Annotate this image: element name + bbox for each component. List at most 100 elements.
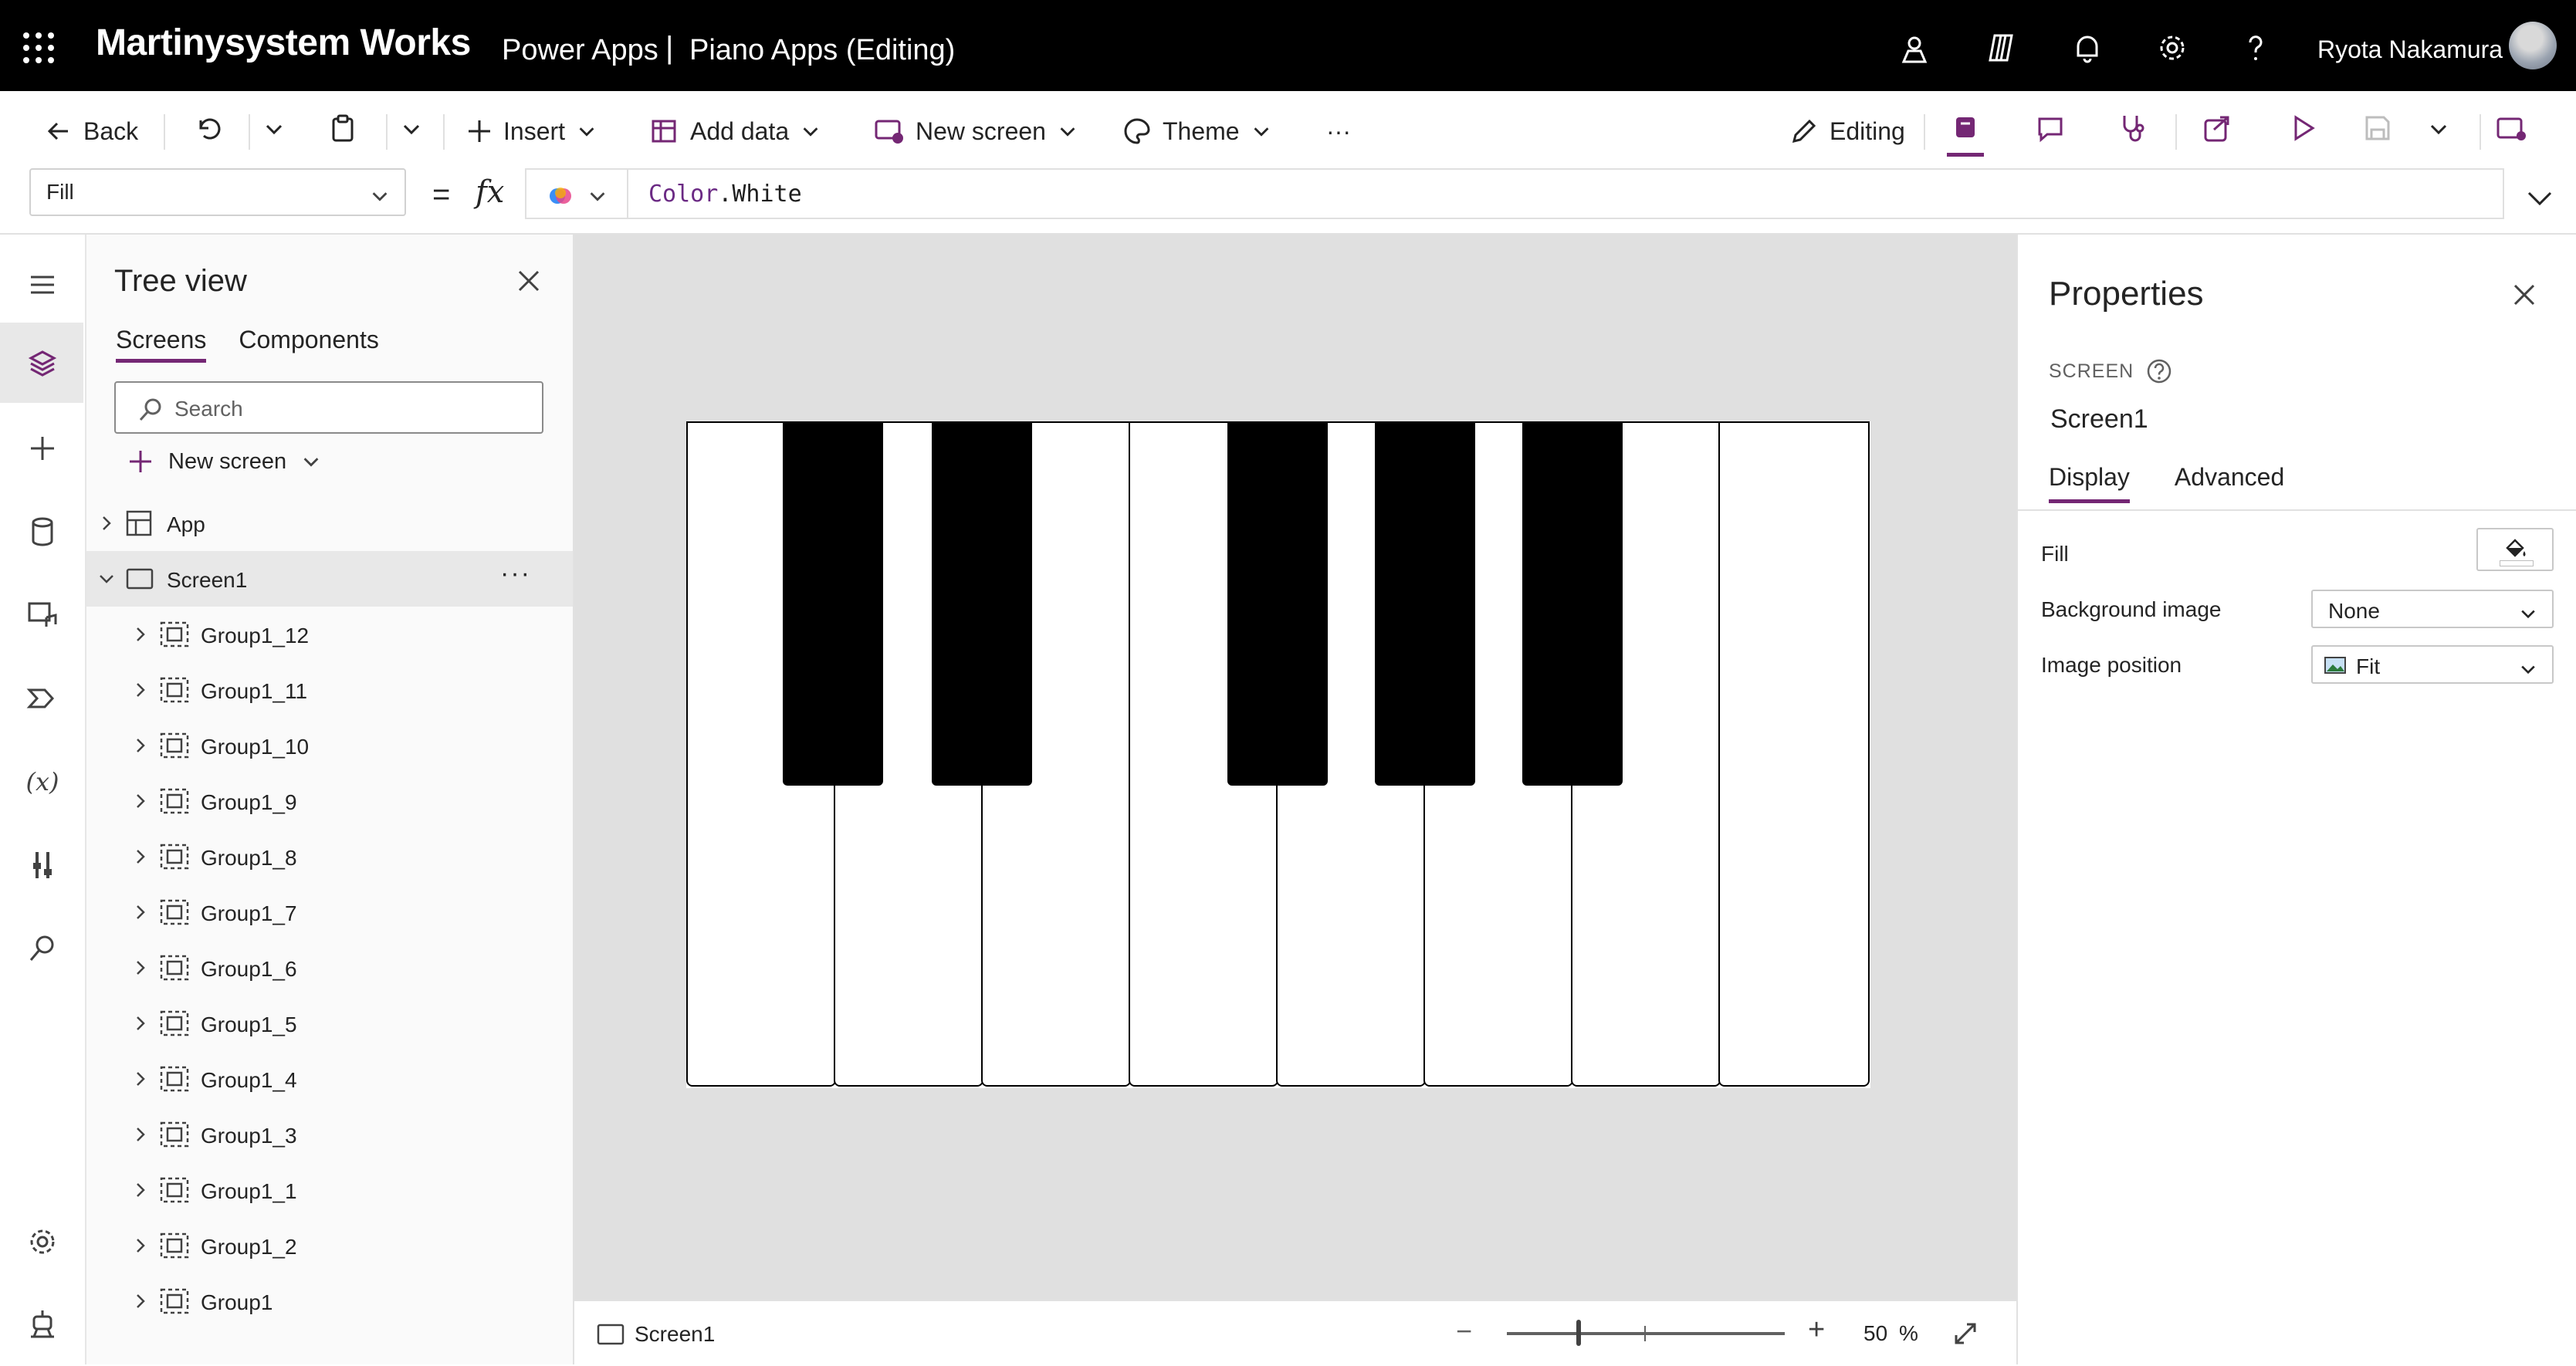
piano-black-key[interactable] bbox=[932, 421, 1032, 786]
chevron-right-icon[interactable] bbox=[97, 514, 116, 533]
tree-item-group[interactable]: Group1_11 bbox=[86, 662, 573, 718]
piano-black-key[interactable] bbox=[783, 421, 883, 786]
fit-to-window-icon[interactable] bbox=[1951, 1320, 1979, 1347]
chevron-right-icon[interactable] bbox=[131, 1014, 150, 1033]
variables-icon[interactable]: (x) bbox=[23, 762, 62, 801]
hamburger-menu-icon[interactable] bbox=[23, 265, 62, 304]
chevron-down-icon[interactable] bbox=[2427, 117, 2450, 140]
screen-selector[interactable]: Screen1 bbox=[596, 1321, 715, 1347]
background-image-dropdown[interactable]: None bbox=[2311, 590, 2554, 628]
tab-screens[interactable]: Screens bbox=[116, 326, 207, 363]
tree-item-group[interactable]: Group1_5 bbox=[86, 996, 573, 1051]
chevron-down-icon[interactable] bbox=[2524, 182, 2555, 213]
copilot-icon[interactable] bbox=[1984, 31, 2018, 65]
selected-screen-name[interactable]: Screen1 bbox=[2050, 404, 2148, 434]
chevron-right-icon[interactable] bbox=[131, 792, 150, 810]
tab-components[interactable]: Components bbox=[239, 326, 378, 363]
tree-item-group[interactable]: Group1_4 bbox=[86, 1051, 573, 1107]
chevron-right-icon[interactable] bbox=[131, 1125, 150, 1144]
tree-view-rail-button[interactable] bbox=[0, 323, 83, 403]
play-icon[interactable] bbox=[2288, 113, 2319, 144]
chevron-right-icon[interactable] bbox=[131, 1181, 150, 1199]
tree-item-group[interactable]: Group1_1 bbox=[86, 1162, 573, 1218]
comments-icon[interactable] bbox=[2035, 113, 2066, 144]
tab-display[interactable]: Display bbox=[2049, 463, 2130, 503]
search-input[interactable]: Search bbox=[114, 381, 543, 434]
user-name[interactable]: Ryota Nakamura bbox=[2317, 36, 2503, 64]
new-screen-button[interactable]: New screen bbox=[127, 448, 322, 475]
help-icon[interactable] bbox=[2239, 31, 2273, 65]
fill-color-picker[interactable] bbox=[2476, 528, 2554, 571]
undo-icon[interactable] bbox=[193, 113, 224, 144]
more-commands-button[interactable]: ··· bbox=[1326, 114, 1351, 148]
chevron-right-icon[interactable] bbox=[131, 681, 150, 699]
help-icon[interactable] bbox=[2146, 358, 2172, 384]
virtual-agent-icon[interactable] bbox=[23, 1306, 62, 1344]
chevron-right-icon[interactable] bbox=[131, 625, 150, 644]
piano-white-key[interactable] bbox=[1718, 421, 1870, 1087]
zoom-slider-handle[interactable] bbox=[1576, 1320, 1581, 1346]
chevron-down-icon[interactable] bbox=[97, 570, 116, 588]
tree-item-group[interactable]: Group1_2 bbox=[86, 1218, 573, 1273]
tree-item-group[interactable]: Group1_7 bbox=[86, 884, 573, 940]
tab-advanced[interactable]: Advanced bbox=[2175, 463, 2284, 503]
close-icon[interactable] bbox=[2510, 281, 2538, 309]
tree-item-group[interactable]: Group1_12 bbox=[86, 607, 573, 662]
chevron-right-icon[interactable] bbox=[131, 847, 150, 866]
theme-button[interactable]: Theme bbox=[1122, 114, 1272, 148]
paste-icon[interactable] bbox=[327, 113, 358, 144]
avatar[interactable] bbox=[2509, 22, 2557, 69]
app-checker-icon[interactable] bbox=[2117, 113, 2148, 144]
zoom-value[interactable]: 50 bbox=[1863, 1321, 1887, 1346]
tree-item-group[interactable]: Group1_10 bbox=[86, 718, 573, 773]
formula-input[interactable]: Color.White bbox=[628, 168, 2504, 219]
piano-black-key[interactable] bbox=[1227, 421, 1328, 786]
share-icon[interactable] bbox=[2202, 113, 2232, 144]
zoom-slider-track[interactable] bbox=[1507, 1332, 1785, 1335]
chevron-right-icon[interactable] bbox=[131, 903, 150, 921]
chevron-right-icon[interactable] bbox=[131, 1236, 150, 1255]
settings-icon[interactable] bbox=[23, 1222, 62, 1261]
image-position-dropdown[interactable]: Fit bbox=[2311, 645, 2554, 684]
chevron-down-icon[interactable] bbox=[400, 117, 423, 140]
publish-icon[interactable] bbox=[2495, 113, 2527, 144]
add-data-button[interactable]: Add data bbox=[650, 114, 821, 148]
chevron-right-icon[interactable] bbox=[131, 736, 150, 755]
tree-item-group[interactable]: Group1_6 bbox=[86, 940, 573, 996]
search-icon[interactable] bbox=[23, 929, 62, 968]
more-options-button[interactable]: ··· bbox=[500, 559, 531, 589]
tree-item-group[interactable]: Group1 bbox=[86, 1273, 573, 1329]
back-button[interactable]: Back bbox=[45, 114, 138, 148]
power-automate-icon[interactable] bbox=[23, 679, 62, 718]
tree-item-group[interactable]: Group1_8 bbox=[86, 829, 573, 884]
copilot-formula-button[interactable] bbox=[525, 168, 628, 219]
piano-black-key[interactable] bbox=[1522, 421, 1623, 786]
tree-item-group[interactable]: Group1_3 bbox=[86, 1107, 573, 1162]
insert-plus-icon[interactable] bbox=[23, 429, 62, 468]
property-dropdown[interactable]: Fill bbox=[29, 168, 406, 216]
zoom-in-button[interactable]: + bbox=[1808, 1314, 1825, 1347]
tree-item-group[interactable]: Group1_9 bbox=[86, 773, 573, 829]
piano-black-key[interactable] bbox=[1375, 421, 1475, 786]
editing-mode-button[interactable]: Editing bbox=[1789, 114, 1905, 148]
tree-item-screen1[interactable]: Screen1 ··· bbox=[86, 551, 573, 607]
zoom-out-button[interactable]: − bbox=[1456, 1315, 1472, 1347]
environment-icon[interactable] bbox=[1897, 31, 1931, 65]
tools-icon[interactable] bbox=[23, 846, 62, 884]
new-screen-button[interactable]: New screen bbox=[874, 114, 1078, 148]
waffle-icon[interactable] bbox=[23, 32, 54, 63]
tree-item-label: Group1_12 bbox=[201, 624, 310, 647]
media-icon[interactable] bbox=[23, 596, 62, 634]
settings-icon[interactable] bbox=[2155, 31, 2189, 65]
tree-item-app[interactable]: App bbox=[86, 495, 573, 551]
save-icon[interactable] bbox=[2362, 113, 2393, 144]
chevron-right-icon[interactable] bbox=[131, 1292, 150, 1310]
copilot-pane-icon[interactable] bbox=[1950, 113, 1981, 144]
chevron-right-icon[interactable] bbox=[131, 959, 150, 977]
notifications-icon[interactable] bbox=[2070, 31, 2104, 65]
data-icon[interactable] bbox=[23, 512, 62, 551]
chevron-down-icon[interactable] bbox=[262, 117, 286, 140]
insert-button[interactable]: Insert bbox=[466, 114, 597, 148]
chevron-right-icon[interactable] bbox=[131, 1070, 150, 1088]
close-icon[interactable] bbox=[515, 267, 543, 295]
